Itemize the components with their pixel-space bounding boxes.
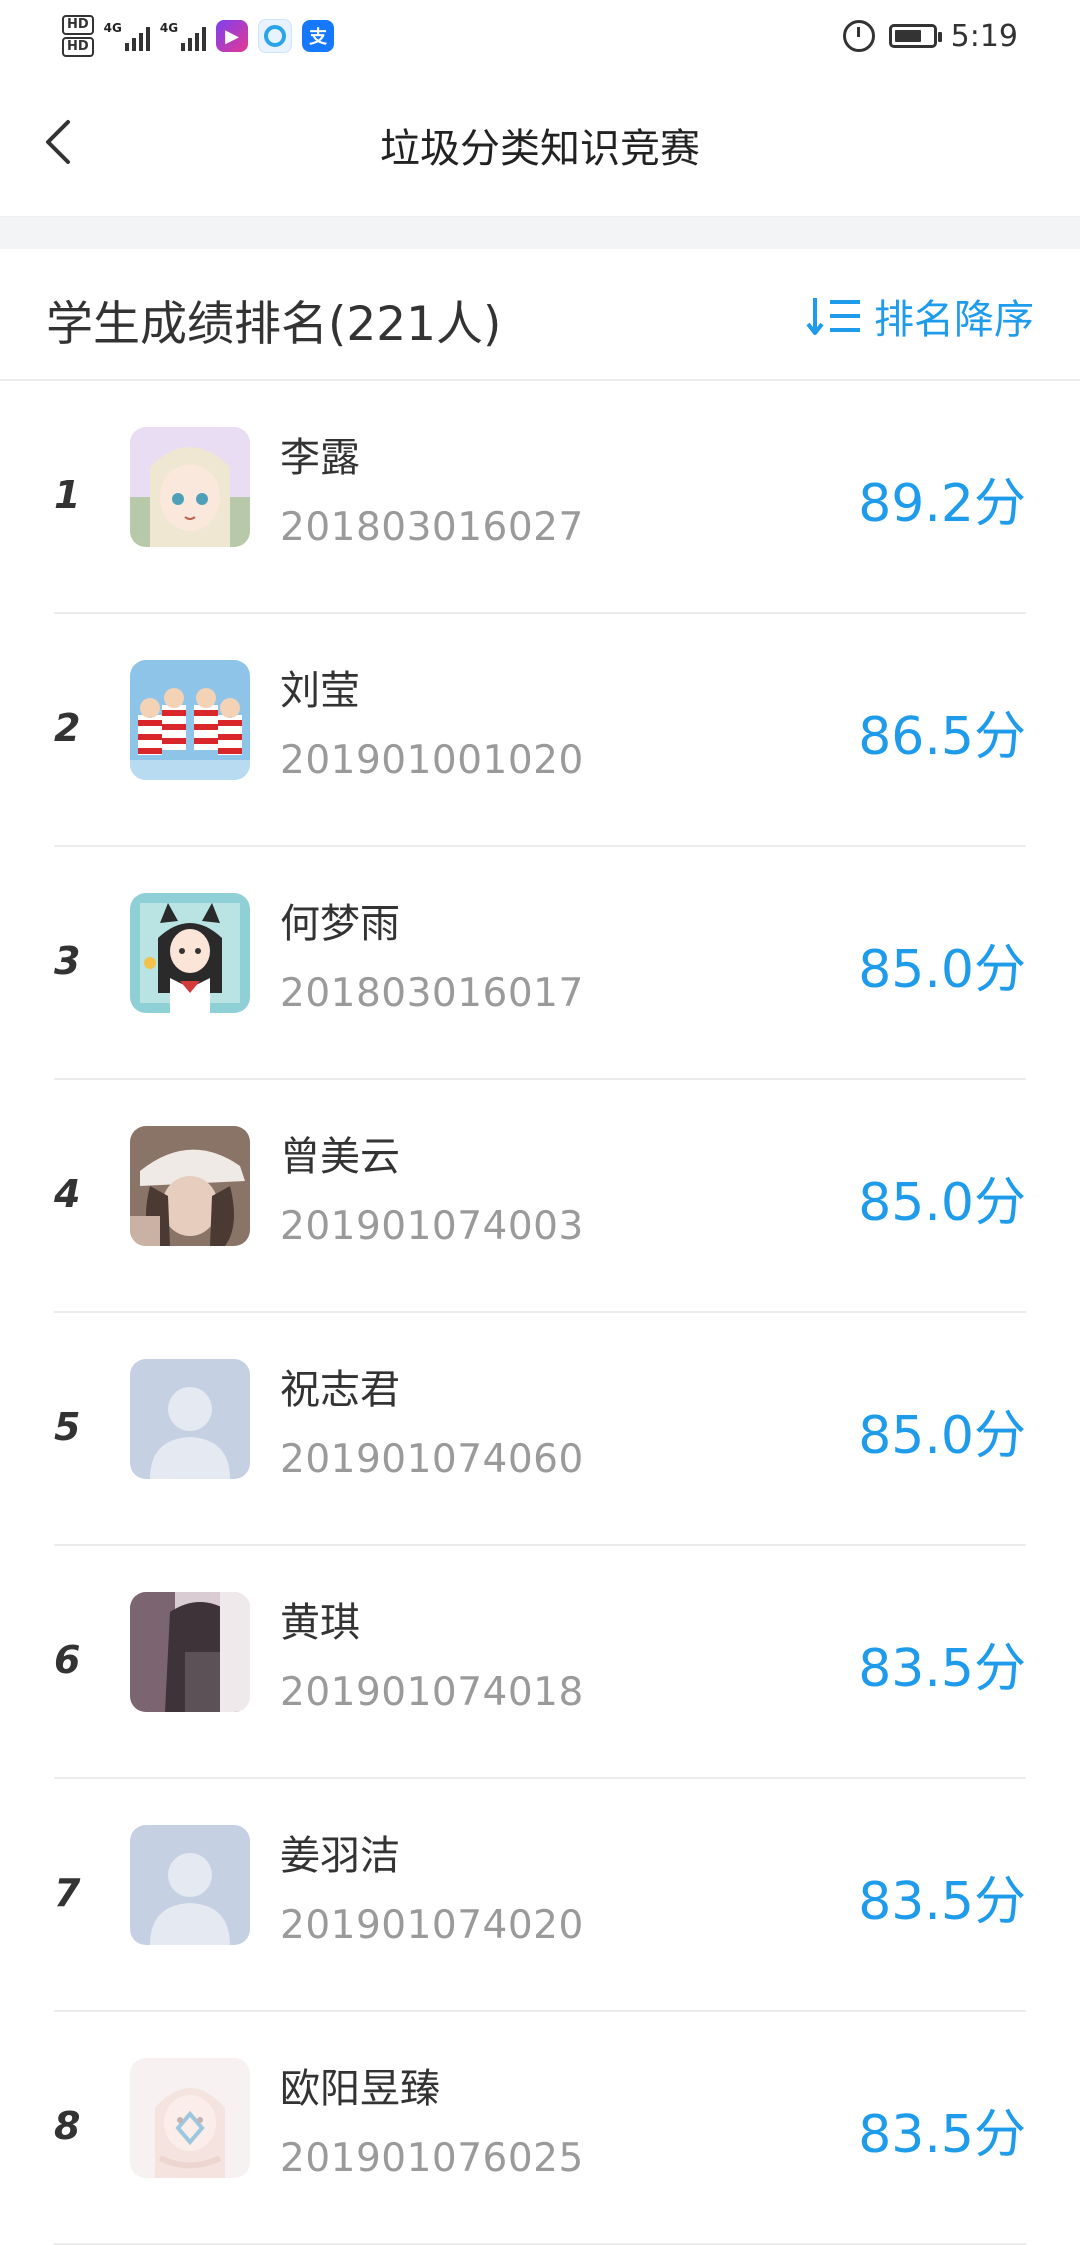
hd-badge-2: HD [62, 37, 94, 57]
video-app-icon: ▶ [216, 20, 249, 52]
browser-app-icon [258, 19, 293, 53]
avatar [130, 2058, 250, 2178]
ranking-title: 学生成绩排名(221人) [46, 297, 502, 352]
sort-order-button[interactable]: 排名降序 [806, 287, 1034, 345]
student-ranking-list: 1 李露 201803016027 89.2分 2 刘莹 20190100102… [0, 381, 1080, 2245]
avatar [130, 1825, 250, 1945]
signal-icon-2: 4G [159, 21, 207, 51]
avatar [130, 1592, 250, 1712]
student-name: 祝志君 [280, 1367, 400, 1413]
alarm-icon [842, 20, 875, 52]
signal-icon: 4G [104, 21, 150, 51]
default-user-avatar-icon [130, 1359, 250, 1479]
student-name: 曾美云 [280, 1134, 400, 1180]
list-item[interactable]: 4 曾美云 201901074003 85.0分 [54, 1080, 1026, 1313]
student-id: 201803016017 [280, 971, 584, 1016]
photo-girl-cap-avatar-icon [130, 1126, 250, 1246]
student-score: 83.5分 [858, 2105, 1026, 2165]
section-divider [0, 216, 1080, 250]
anime-girl-avatar-icon [130, 427, 250, 547]
nav-bar: 垃圾分类知识竞赛 [0, 72, 1080, 216]
rank-number: 6 [54, 1638, 81, 1682]
list-item[interactable]: 8 欧阳昱臻 201901076025 83.5分 [54, 2012, 1026, 2245]
student-id: 201901074018 [280, 1670, 584, 1715]
rank-number: 5 [54, 1405, 81, 1449]
list-item[interactable]: 5 祝志君 201901074060 85.0分 [54, 1313, 1026, 1546]
student-name: 姜羽洁 [280, 1833, 400, 1879]
student-id: 201901074003 [280, 1204, 584, 1249]
status-right-indicators: 5:19 [842, 12, 1018, 60]
clock-time: 5:19 [950, 18, 1018, 54]
photo-dark-avatar-icon [130, 1592, 250, 1712]
list-item[interactable]: 2 刘莹 201901001020 86.5分 [54, 614, 1026, 847]
student-score: 89.2分 [858, 474, 1026, 534]
avatar [130, 1359, 250, 1479]
alipay-app-icon: 支 [302, 20, 335, 52]
student-score: 83.5分 [858, 1872, 1026, 1932]
student-score: 85.0分 [858, 1406, 1026, 1466]
hd-badge-1: HD [62, 15, 94, 35]
striped-characters-avatar-icon [130, 660, 250, 780]
student-score: 85.0分 [858, 940, 1026, 1000]
student-name: 黄琪 [280, 1600, 360, 1646]
status-left-indicators: HD HD 4G 4G ▶ 支 [62, 8, 335, 64]
rank-number: 2 [54, 706, 81, 750]
avatar [130, 893, 250, 1013]
network-type-2: 4G [159, 21, 179, 35]
ranking-header: 学生成绩排名(221人) 排名降序 [0, 249, 1080, 381]
student-name: 刘莹 [280, 668, 360, 714]
avatar [130, 427, 250, 547]
student-id: 201901074020 [280, 1903, 584, 1948]
cat-ear-girl-avatar-icon [130, 893, 250, 1013]
avatar [130, 660, 250, 780]
status-bar: HD HD 4G 4G ▶ 支 5:19 [0, 0, 1080, 72]
faded-anime-avatar-icon [130, 2058, 250, 2178]
list-item[interactable]: 1 李露 201803016027 89.2分 [54, 381, 1026, 614]
avatar [130, 1126, 250, 1246]
student-id: 201803016027 [280, 505, 584, 550]
hd-indicator: HD HD [62, 15, 94, 57]
rank-number: 3 [54, 939, 81, 983]
network-type-1: 4G [103, 21, 122, 35]
page-title: 垃圾分类知识竞赛 [380, 126, 700, 172]
sort-descending-icon [806, 298, 860, 335]
student-id: 201901074060 [280, 1437, 584, 1482]
rank-number: 8 [54, 2104, 81, 2148]
student-id: 201901001020 [280, 738, 584, 783]
student-score: 86.5分 [858, 707, 1026, 767]
rank-number: 1 [54, 473, 81, 517]
student-score: 83.5分 [858, 1639, 1026, 1699]
student-name: 何梦雨 [280, 901, 400, 947]
student-name: 李露 [280, 435, 360, 481]
default-user-avatar-icon [130, 1825, 250, 1945]
rank-number: 4 [54, 1172, 81, 1216]
list-item[interactable]: 6 黄琪 201901074018 83.5分 [54, 1546, 1026, 1779]
list-item[interactable]: 7 姜羽洁 201901074020 83.5分 [54, 1779, 1026, 2012]
list-item[interactable]: 3 何梦雨 201803016017 85.0分 [54, 847, 1026, 1080]
rank-number: 7 [54, 1871, 81, 1915]
student-score: 85.0分 [858, 1173, 1026, 1233]
student-name: 欧阳昱臻 [280, 2066, 440, 2112]
student-id: 201901076025 [280, 2136, 584, 2181]
sort-order-label: 排名降序 [874, 297, 1034, 343]
battery-icon [888, 24, 942, 48]
